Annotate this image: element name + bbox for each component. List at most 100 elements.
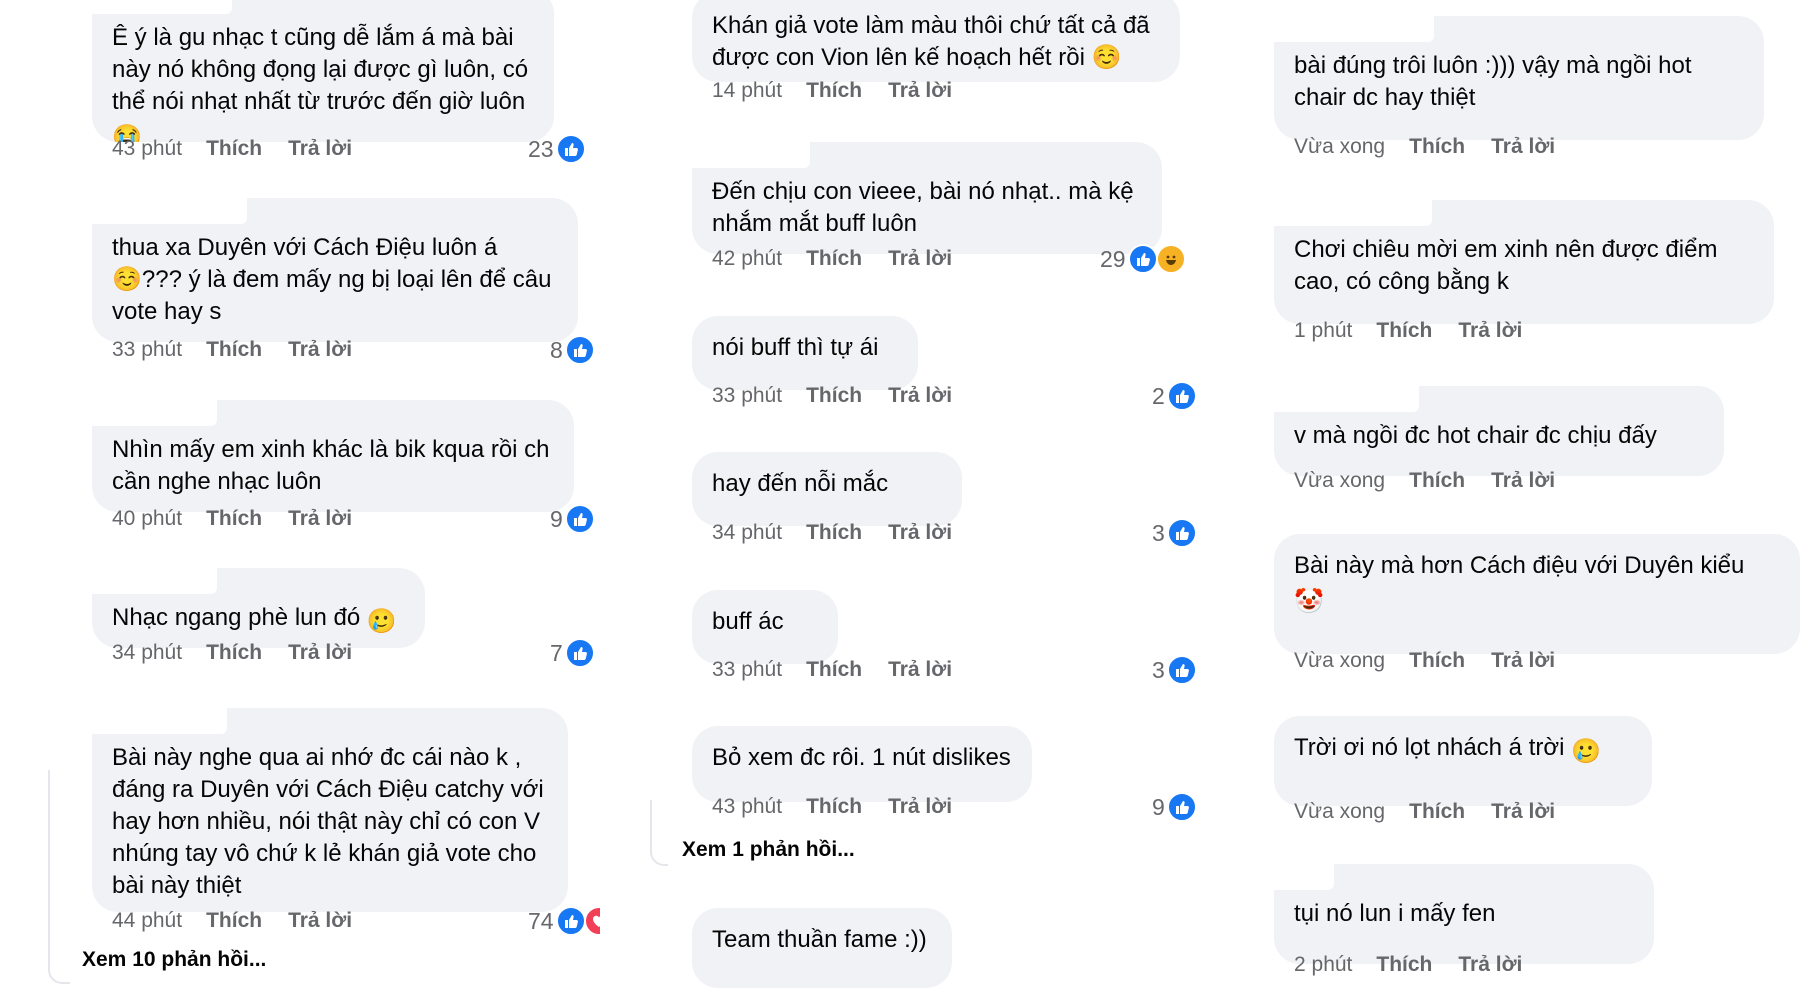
comment-meta: 34 phút Thích Trả lời [712, 518, 978, 548]
comment-bubble: Nhạc ngang phè lun đó 🥲 [92, 568, 425, 648]
like-button[interactable]: Thích [806, 658, 862, 681]
reply-button[interactable]: Trả lời [288, 909, 352, 932]
reaction-summary[interactable]: 23 [528, 134, 586, 164]
comment-bubble: Team thuần fame :)) [692, 908, 952, 988]
comment: nói buff thì tự ái 33 phút Thích Trả lời 2 [692, 316, 1197, 411]
reply-button[interactable]: Trả lời [288, 507, 352, 530]
comment-time[interactable]: 44 phút [112, 909, 182, 932]
comment-text: hay đến nỗi mắc [712, 470, 889, 497]
like-button[interactable]: Thích [206, 909, 262, 932]
redacted-author-name [92, 400, 217, 426]
reaction-summary[interactable]: 8 [550, 335, 595, 365]
reply-button[interactable]: Trả lời [1491, 800, 1555, 823]
reply-button[interactable]: Trả lời [1491, 649, 1555, 672]
like-button[interactable]: Thích [806, 384, 862, 407]
reaction-summary[interactable]: 3 [1152, 518, 1197, 548]
comment: tụi nó lun i mấy fen 2 phút Thích Trả lời [1274, 864, 1774, 976]
like-icon [1166, 655, 1197, 685]
comment: v mà ngồi đc hot chair đc chịu đấy Vừa xo… [1274, 386, 1800, 492]
comment: Khán giả vote làm màu thôi chứ tất cả đã… [692, 0, 1200, 102]
reaction-summary[interactable]: 2 [1152, 381, 1197, 411]
comment-time[interactable]: Vừa xong [1294, 469, 1385, 492]
comment-text: Nhạc ngang phè lun đó [112, 604, 361, 631]
reply-button[interactable]: Trả lời [288, 338, 352, 361]
comment-time[interactable]: 42 phút [712, 247, 782, 270]
like-button[interactable]: Thích [206, 338, 262, 361]
comment-meta: 2 phút Thích Trả lời [1294, 950, 1548, 980]
comment-time[interactable]: Vừa xong [1294, 649, 1385, 672]
redacted-author-name [1274, 864, 1334, 890]
like-button[interactable]: Thích [806, 795, 862, 818]
comment-bubble: Đến chịu con vieee, bài nó nhạt.. mà kệ … [692, 142, 1162, 254]
reaction-count: 7 [550, 639, 563, 666]
comment-meta: 42 phút Thích Trả lời [712, 244, 978, 274]
like-button[interactable]: Thích [1409, 649, 1465, 672]
like-button[interactable]: Thích [206, 137, 262, 160]
thread-line [48, 770, 70, 984]
comment-bubble: thua xa Duyên với Cách Điệu luôn á ☺️???… [92, 198, 578, 342]
like-button[interactable]: Thích [1409, 800, 1465, 823]
comment-bubble: Khán giả vote làm màu thôi chứ tất cả đã… [692, 0, 1180, 82]
reply-button[interactable]: Trả lời [888, 79, 952, 102]
comment-time[interactable]: Vừa xong [1294, 800, 1385, 823]
like-button[interactable]: Thích [806, 521, 862, 544]
redacted-author-name [92, 0, 232, 14]
comment-text: Khán giả vote làm màu thôi chứ tất cả đã… [712, 12, 1150, 71]
like-button[interactable]: Thích [1376, 319, 1432, 342]
haha-icon [1155, 244, 1186, 274]
comment-time[interactable]: 33 phút [712, 384, 782, 407]
reaction-count: 3 [1152, 656, 1165, 683]
reaction-summary[interactable]: 29 [1100, 244, 1186, 274]
comment-meta: 43 phút Thích Trả lời [112, 134, 378, 164]
like-button[interactable]: Thích [206, 641, 262, 664]
reply-button[interactable]: Trả lời [1458, 319, 1522, 342]
comment-meta: 34 phút Thích Trả lời [112, 638, 378, 668]
like-button[interactable]: Thích [206, 507, 262, 530]
reply-button[interactable]: Trả lời [888, 521, 952, 544]
reply-button[interactable]: Trả lời [1491, 135, 1555, 158]
like-button[interactable]: Thích [1409, 469, 1465, 492]
like-button[interactable]: Thích [806, 79, 862, 102]
comment-time[interactable]: 40 phút [112, 507, 182, 530]
reply-button[interactable]: Trả lời [888, 658, 952, 681]
comment-text: nói buff thì tự ái [712, 334, 879, 361]
comment: Team thuần fame :)) [692, 908, 1072, 988]
redacted-author-name [1274, 200, 1432, 226]
comment-time[interactable]: 43 phút [112, 137, 182, 160]
reply-button[interactable]: Trả lời [888, 795, 952, 818]
comment-time[interactable]: 2 phút [1294, 953, 1352, 976]
comment-meta: 33 phút Thích Trả lời [712, 655, 978, 685]
reaction-summary[interactable]: 74 [528, 906, 600, 936]
like-button[interactable]: Thích [1409, 135, 1465, 158]
like-button[interactable]: Thích [1376, 953, 1432, 976]
comment-meta: 40 phút Thích Trả lời [112, 504, 378, 534]
like-button[interactable]: Thích [806, 247, 862, 270]
reply-button[interactable]: Trả lời [288, 641, 352, 664]
reply-button[interactable]: Trả lời [288, 137, 352, 160]
comment-time[interactable]: 43 phút [712, 795, 782, 818]
reaction-summary[interactable]: 7 [550, 638, 595, 668]
comment-time[interactable]: Vừa xong [1294, 135, 1385, 158]
reply-button[interactable]: Trả lời [1491, 469, 1555, 492]
reply-button[interactable]: Trả lời [888, 384, 952, 407]
comment-column-3: bài đúng trôi luôn :))) vậy mà ngồi hot … [1262, 0, 1800, 1000]
comment-bubble: bài đúng trôi luôn :))) vậy mà ngồi hot … [1274, 16, 1764, 140]
reaction-summary[interactable]: 9 [550, 504, 595, 534]
comment-time[interactable]: 33 phút [112, 338, 182, 361]
comment-time[interactable]: 1 phút [1294, 319, 1352, 342]
reaction-summary[interactable]: 3 [1152, 655, 1197, 685]
comment-time[interactable]: 34 phút [112, 641, 182, 664]
view-replies-link[interactable]: Xem 10 phản hồi... [82, 948, 266, 972]
reply-button[interactable]: Trả lời [1458, 953, 1522, 976]
reaction-count: 29 [1100, 245, 1126, 272]
comment-time[interactable]: 33 phút [712, 658, 782, 681]
like-icon [555, 134, 586, 164]
comment-meta: Vừa xong Thích Trả lời [1294, 646, 1581, 676]
like-icon [564, 638, 595, 668]
reaction-summary[interactable]: 9 [1152, 792, 1197, 822]
comment: buff ác 33 phút Thích Trả lời 3 [692, 590, 1197, 685]
comment-time[interactable]: 14 phút [712, 79, 782, 102]
view-replies-link[interactable]: Xem 1 phản hồi... [682, 838, 855, 862]
comment-time[interactable]: 34 phút [712, 521, 782, 544]
reply-button[interactable]: Trả lời [888, 247, 952, 270]
